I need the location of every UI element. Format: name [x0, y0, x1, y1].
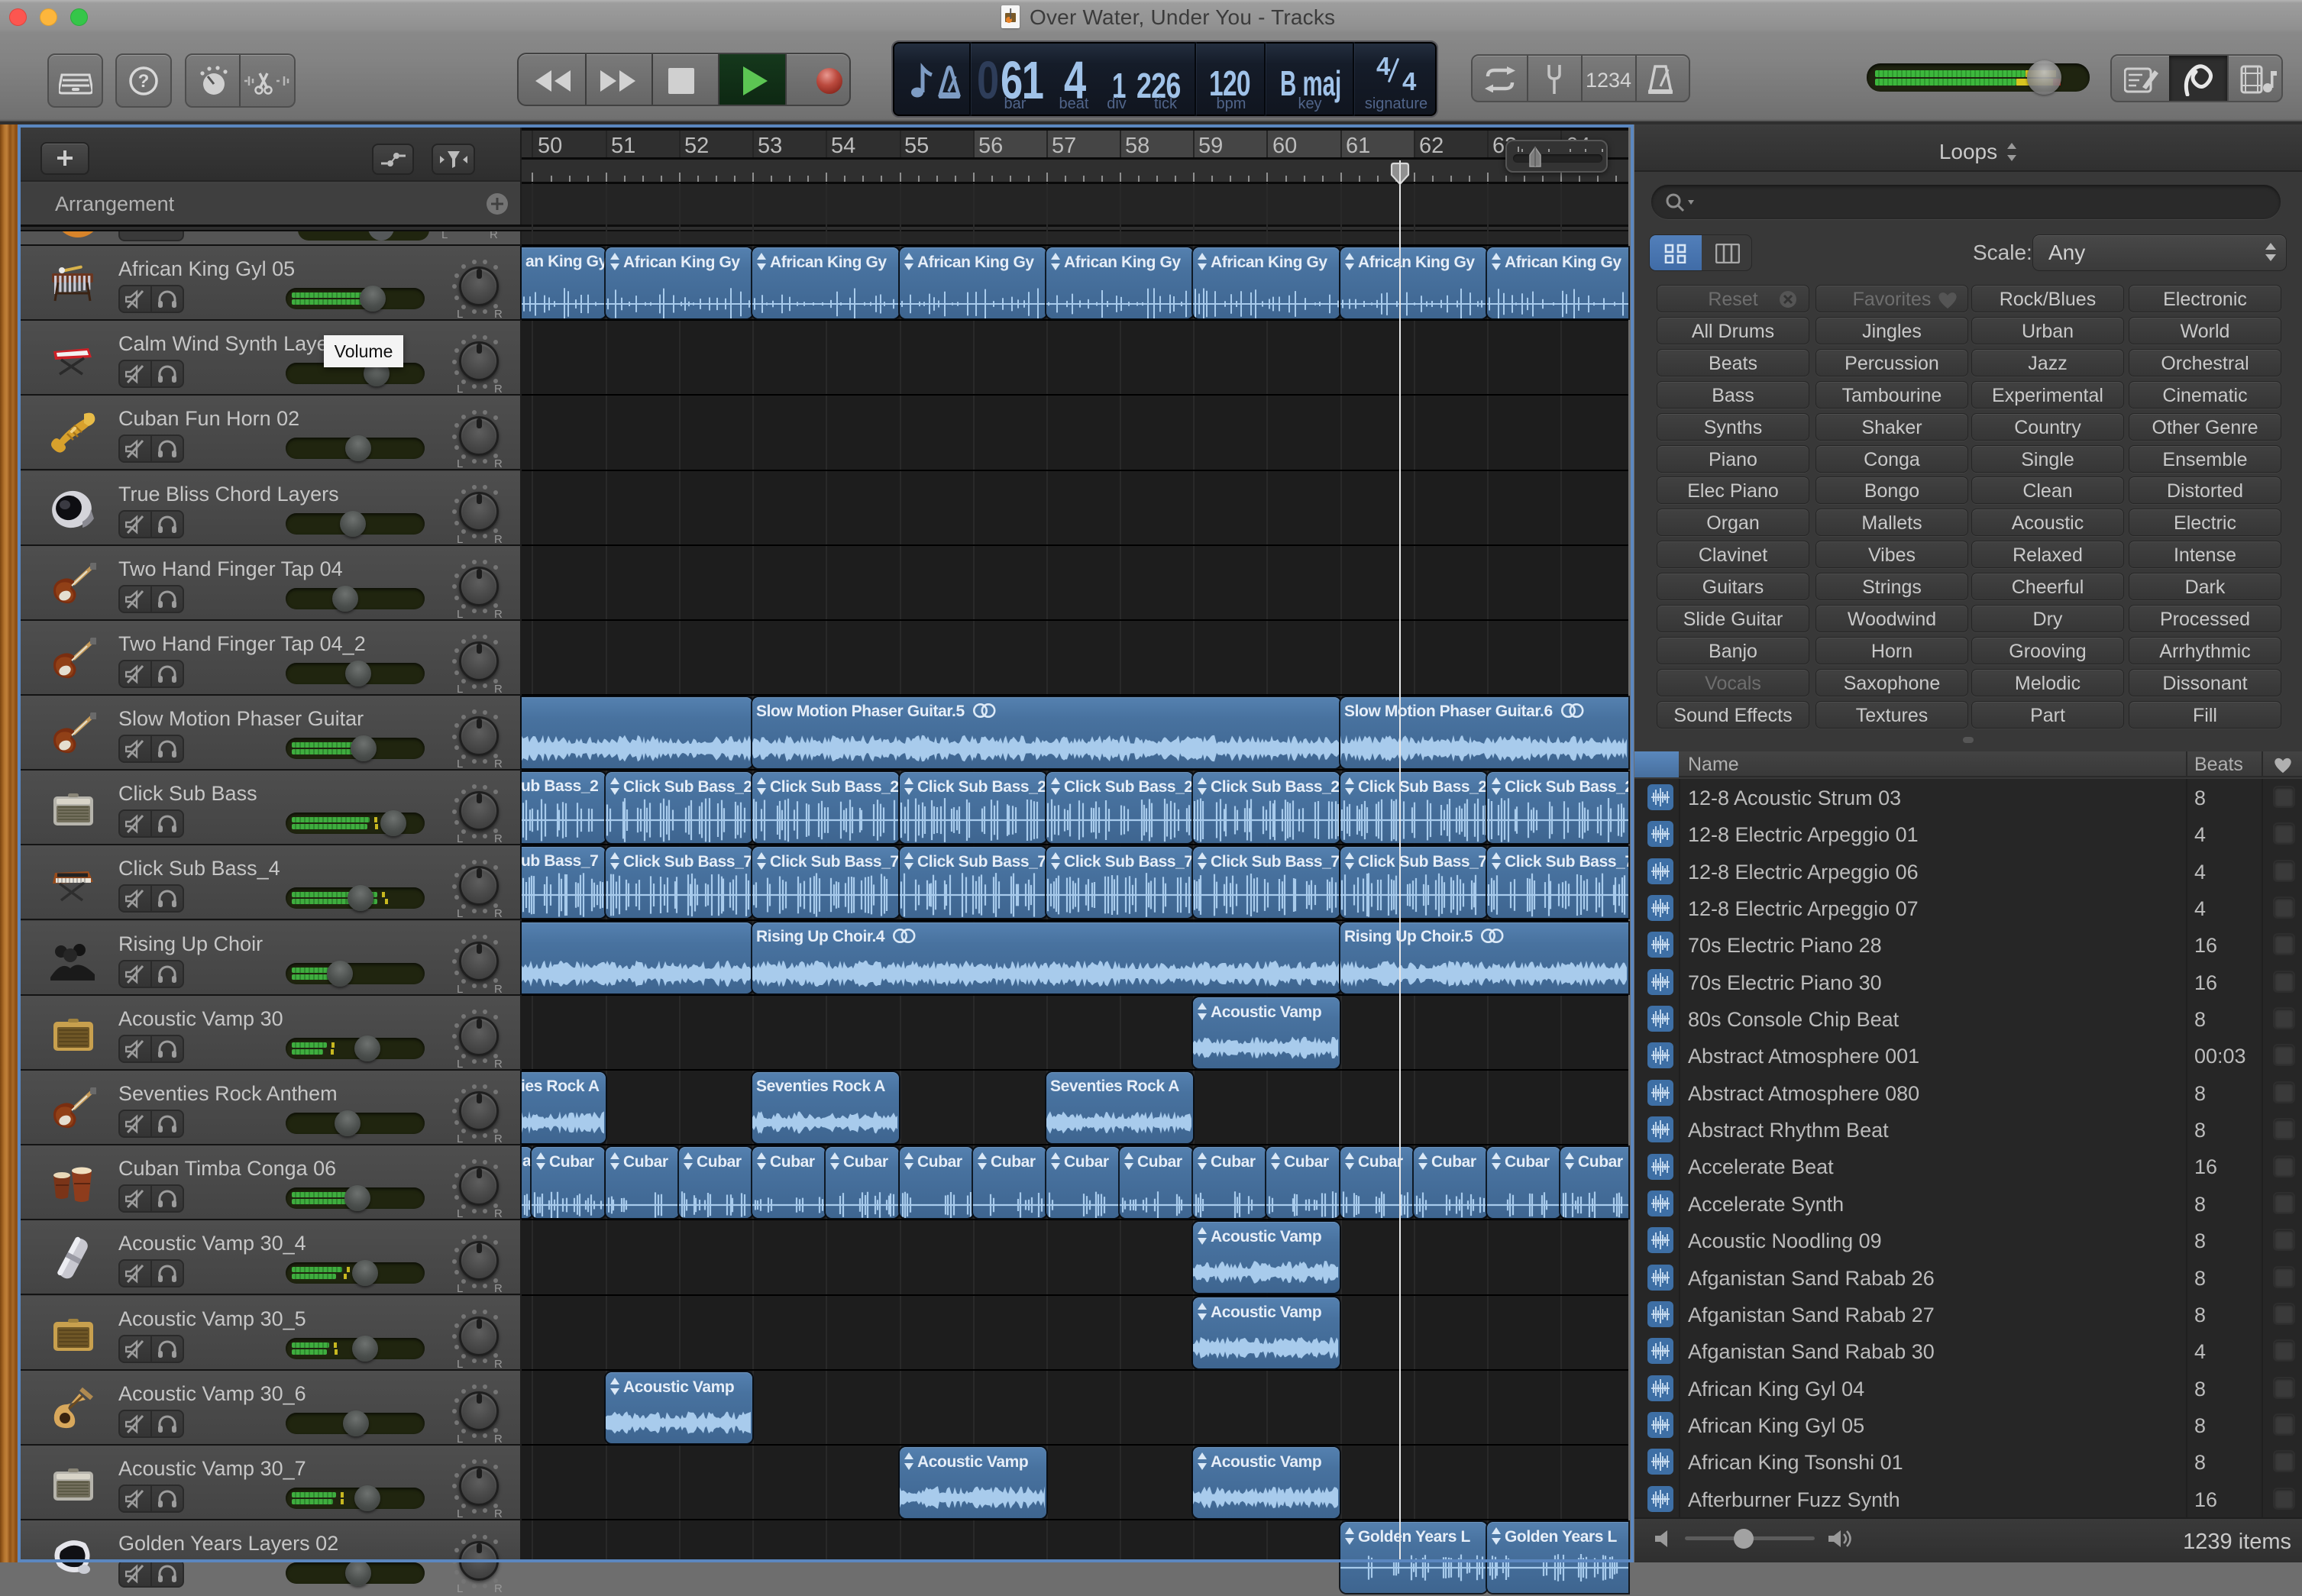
svg-text:?: ? [138, 71, 150, 92]
